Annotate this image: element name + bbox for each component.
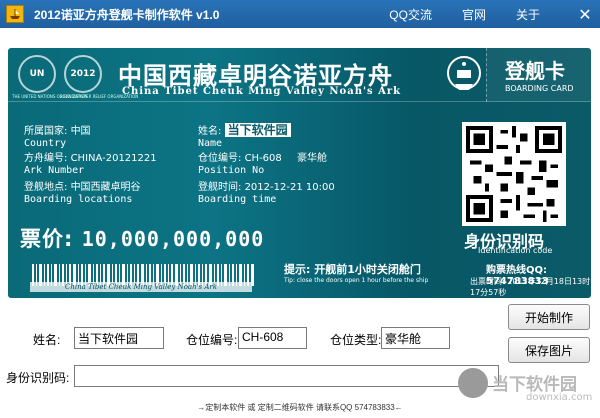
id-code-title-en: Identification code: [478, 246, 553, 255]
position-input[interactable]: CH-608: [238, 327, 307, 349]
app-icon: [6, 5, 24, 23]
ark-value: CHINA-20121221: [70, 153, 157, 164]
position-field: 仓位编号: CH-608 豪华舱 Position No: [198, 153, 327, 177]
boarding-title-en: BOARDING CARD: [505, 84, 574, 93]
name-value: 当下软件园: [224, 123, 291, 137]
national-emblem-icon: [447, 56, 481, 90]
window-title: 2012诺亚方舟登舰卡制作软件 v1.0: [34, 7, 220, 22]
barcode-caption: China Tibet Cheuk Ming Valley Noah's Ark: [30, 282, 252, 292]
position-value: CH-608: [244, 153, 282, 164]
tip-text-en: Tip: close the doors open 1 hour before …: [284, 277, 429, 284]
menu-about[interactable]: 关于: [516, 6, 540, 23]
year-emblem-text: 2012: [70, 69, 96, 79]
price-label: 票价:: [20, 227, 74, 251]
year-emblem-icon: 2012: [64, 55, 102, 93]
position-input-label: 仓位编号:: [186, 333, 238, 347]
country-label-en: Country: [24, 138, 67, 149]
un-emblem-icon: UN: [18, 55, 56, 93]
time-label: 登舰时间:: [198, 182, 242, 193]
class-input[interactable]: 豪华舱: [381, 327, 450, 349]
close-icon[interactable]: ✕: [570, 0, 600, 28]
watermark-logo-icon: [458, 368, 488, 398]
id-input-label: 身份识别码:: [6, 371, 70, 385]
save-image-button[interactable]: 保存图片: [508, 337, 590, 363]
boarding-title-cn: 登舰卡: [505, 59, 565, 83]
ticket-header: UN THE UNITED NATIONS ORGANIZATION 2012 …: [8, 48, 591, 102]
name-label: 姓名:: [198, 126, 222, 137]
id-input[interactable]: [74, 365, 499, 387]
watermark: 当下软件园 downxia.com: [454, 366, 600, 418]
qr-code-icon: [462, 122, 566, 226]
location-label: 登舰地点:: [24, 182, 68, 193]
location-field: 登舰地点: 中国西藏卓明谷 Boarding locations: [24, 182, 141, 206]
class-input-label: 仓位类型:: [330, 333, 382, 347]
title-menu: QQ交流 官网 关于 ✕: [389, 0, 600, 28]
ticket-title-en: China Tibet Cheuk Ming Valley Noah's Ark: [122, 86, 402, 97]
issue-time: 出票时间: 2012年12月18日13时17分57秒: [470, 277, 591, 297]
location-value: 中国西藏卓明谷: [70, 182, 141, 193]
country-field: 所属国家: 中国 Country: [24, 126, 91, 150]
app-window: 2012诺亚方舟登舰卡制作软件 v1.0 QQ交流 官网 关于 ✕ UN THE…: [0, 0, 600, 418]
time-field: 登舰时间: 2012-12-21 10:00 Boarding time: [198, 182, 335, 206]
start-button[interactable]: 开始制作: [508, 304, 590, 330]
time-value: 2012-12-21 10:00: [244, 182, 335, 193]
watermark-url: downxia.com: [526, 392, 593, 403]
time-label-en: Boarding time: [198, 194, 277, 205]
location-label-en: Boarding locations: [24, 194, 133, 205]
price-value: 10,000,000,000: [81, 227, 265, 251]
name-field: 姓名: 当下软件园 Name: [198, 123, 291, 150]
name-label-en: Name: [198, 138, 223, 149]
position-class: 豪华舱: [296, 153, 327, 164]
price-field: 票价: 10,000,000,000: [20, 223, 264, 253]
ark-label: 方舟编号:: [24, 153, 68, 164]
position-label-en: Position No: [198, 165, 265, 176]
country-label: 所属国家:: [24, 126, 68, 137]
ark-field: 方舟编号: CHINA-20121221 Ark Number: [24, 153, 157, 177]
menu-website[interactable]: 官网: [462, 6, 486, 23]
name-input-label: 姓名:: [33, 333, 61, 347]
ark-label-en: Ark Number: [24, 165, 85, 176]
position-label: 仓位编号:: [198, 153, 242, 164]
country-value: 中国: [70, 126, 91, 137]
un-emblem-text: UN: [29, 69, 45, 79]
menu-qq[interactable]: QQ交流: [389, 6, 432, 23]
tip-text: 提示: 开舰前1小时关闭舱门: [284, 263, 421, 276]
name-input[interactable]: 当下软件园: [74, 327, 164, 349]
boarding-card-preview: UN THE UNITED NATIONS ORGANIZATION 2012 …: [8, 48, 591, 298]
title-bar: 2012诺亚方舟登舰卡制作软件 v1.0 QQ交流 官网 关于 ✕: [0, 0, 600, 28]
